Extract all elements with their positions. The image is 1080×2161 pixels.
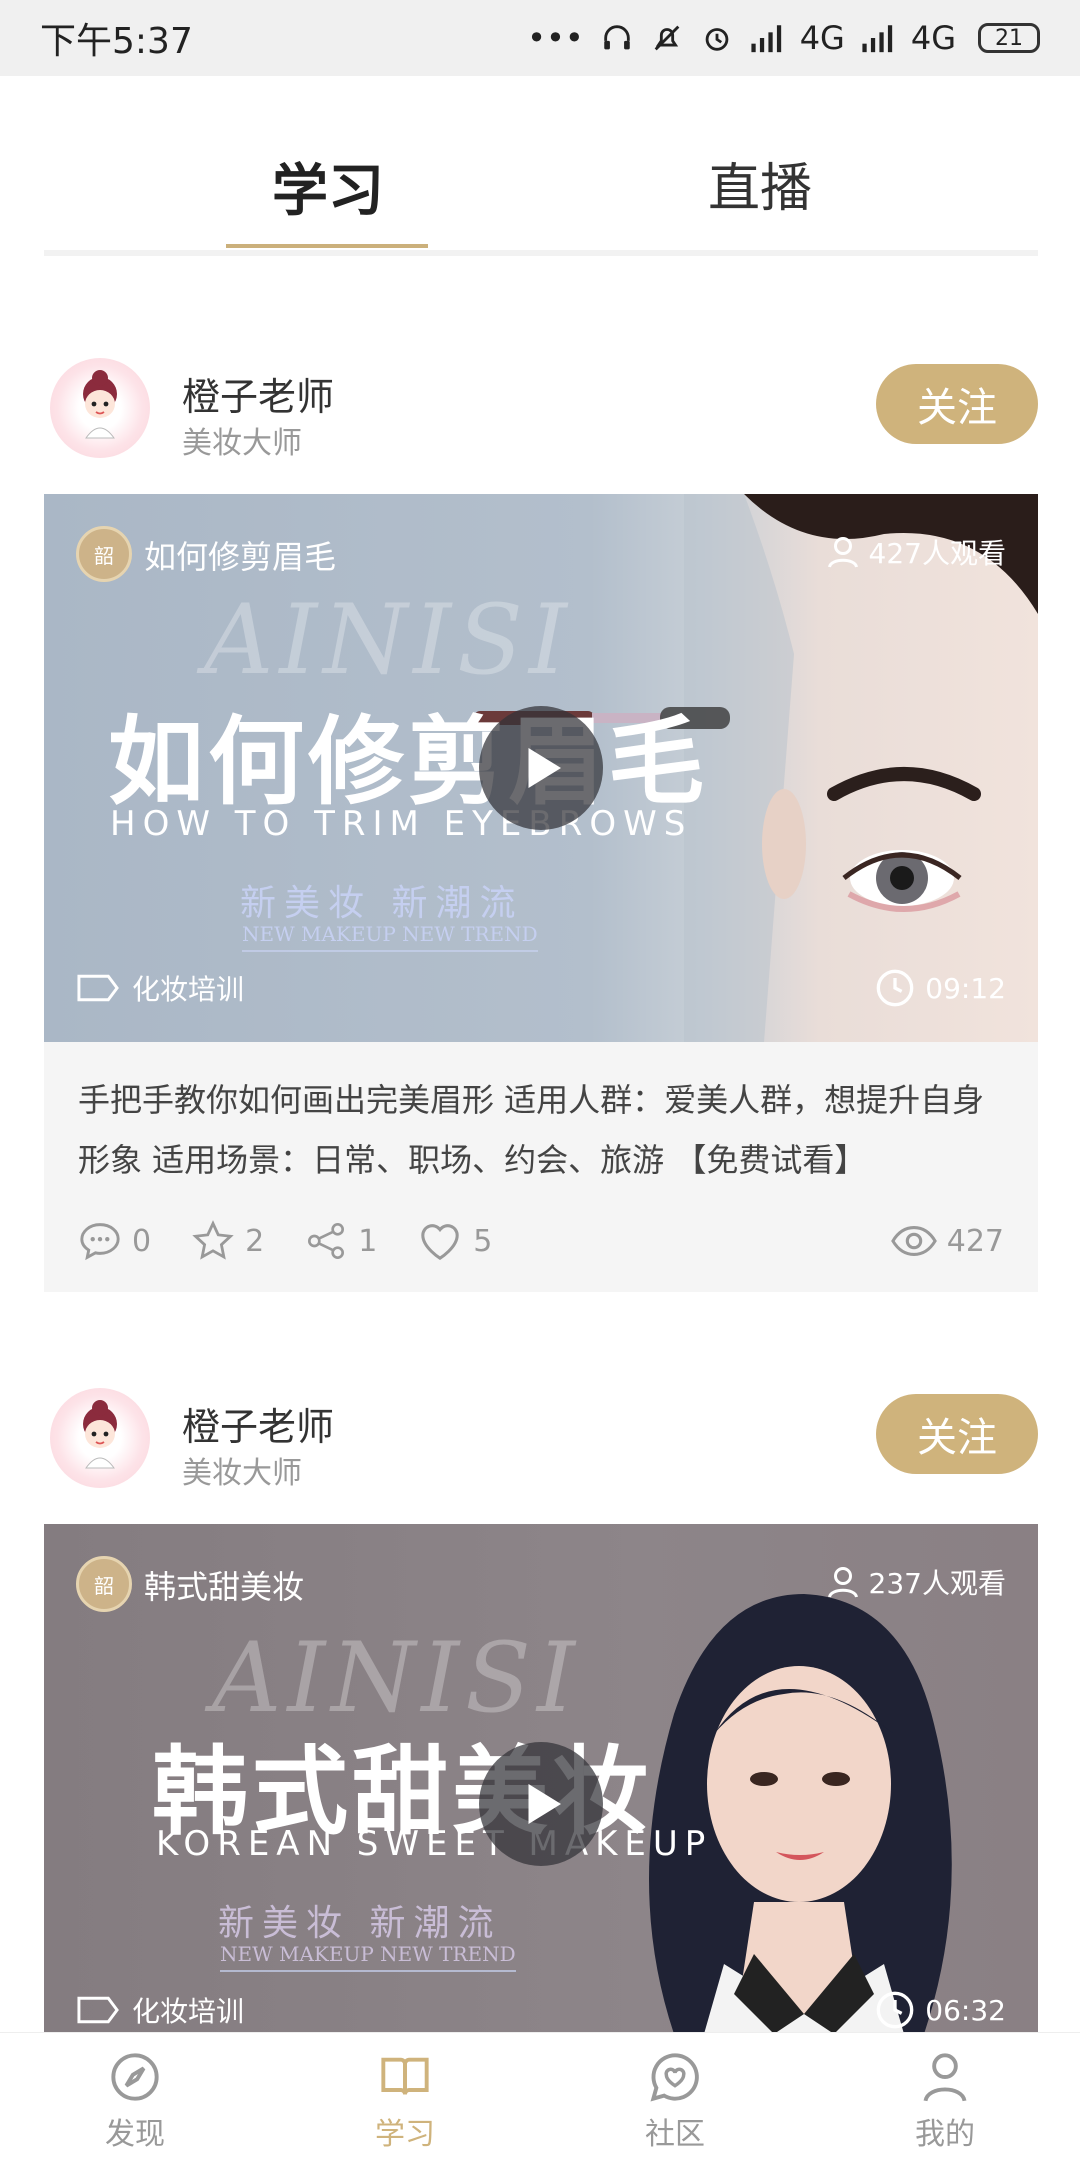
like-count: 5 [473,1223,493,1259]
cover-big-title: 如何修剪眉毛 [108,705,708,818]
network-label-2: 4G [910,19,956,57]
model-portrait-image [649,1594,952,2034]
eye-icon [890,1226,937,1256]
author-title: 美妆大师 [182,426,302,461]
category-tag-label: 化妆培训 [132,1995,245,2028]
mute-bell-icon [650,21,684,55]
category-tag[interactable]: 化妆培训 [76,968,244,1008]
brand-badge: 韶 [76,526,132,582]
play-icon [528,1784,561,1824]
avatar[interactable] [50,1388,150,1488]
tabs-divider [44,250,1038,256]
status-icons: ••• 4G 4G 21 [527,19,1040,57]
cover-english-subtitle: KOREAN SWEET MAKEUP [156,1824,713,1864]
favorite-stat[interactable]: 2 [191,1220,264,1262]
cover-slogan-english: NEW MAKEUP NEW TREND [220,1942,516,1972]
status-bar: 下午5:37 ••• 4G 4G 21 [0,0,1080,76]
video-duration: 06:32 [875,1990,1006,2030]
duration-label: 09:12 [925,971,1006,1005]
nav-community-label: 社区 [645,2117,705,2152]
favorite-count: 2 [245,1223,265,1259]
author-name[interactable]: 橙子老师 [182,1396,334,1451]
category-tag-label: 化妆培训 [132,973,245,1006]
nav-learn-label: 学习 [375,2117,435,2152]
tab-live[interactable]: 直播 [708,146,812,221]
avatar[interactable] [50,358,150,458]
comment-stat[interactable]: 0 [78,1221,151,1261]
comment-count: 0 [132,1223,152,1259]
cover-title: 如何修剪眉毛 [144,538,337,576]
headphone-icon [600,21,634,55]
model-face-image [684,494,1038,1042]
cover-slogan: 新美妆 新潮流 [240,883,524,924]
clock-icon [876,969,914,1007]
post-stats: 0 2 1 5 427 [78,1220,1004,1262]
user-icon [923,2053,967,2102]
active-tab-indicator [226,244,428,248]
views-count: 427 [946,1223,1004,1259]
nav-me[interactable]: 我的 [810,2033,1080,2161]
post-card: 橙子老师 美妆大师 关注 韶 如何修剪眉毛 427人观看 AINISI 如何修剪… [44,358,1038,1292]
play-button[interactable] [479,706,603,830]
tab-learn[interactable]: 学习 [272,146,384,227]
top-tabs: 学习 直播 [0,76,1080,256]
battery-icon: 21 [978,23,1040,53]
more-dots-icon: ••• [527,19,584,57]
person-icon [827,537,858,568]
follow-button[interactable]: 关注 [876,1394,1038,1474]
cover-slogan: 新美妆 新潮流 [218,1903,502,1944]
tag-icon [77,974,119,1002]
chat-heart-icon [650,2053,699,2102]
post-card: 橙子老师 美妆大师 关注 韶 韩式甜美妆 237人观看 AINISI 韩式甜美妆… [44,1388,1038,2034]
network-label-1: 4G [799,19,845,57]
alarm-icon [700,21,734,55]
nav-discover-label: 发现 [105,2117,165,2152]
viewer-count: 427人观看 [825,532,1006,572]
nav-learn[interactable]: 学习 [270,2033,540,2161]
viewer-count: 237人观看 [825,1562,1006,1602]
viewer-count-label: 427人观看 [868,537,1006,570]
cover-slogan-english: NEW MAKEUP NEW TREND [242,922,538,952]
author-name[interactable]: 橙子老师 [182,366,334,421]
share-icon [308,1223,345,1259]
star-icon [192,1220,234,1260]
post-description[interactable]: 手把手教你如何画出完美眉形 适用人群：爱美人群，想提升自身形象 适用场景：日常、… [78,1070,1004,1190]
share-count: 1 [358,1223,378,1259]
video-duration: 09:12 [875,968,1006,1008]
cover-english-subtitle: HOW TO TRIM EYEBROWS [110,804,693,844]
heart-icon [421,1224,459,1260]
tag-icon [77,1996,119,2024]
person-icon [827,1567,858,1598]
play-icon [528,748,561,788]
nav-me-label: 我的 [915,2117,975,2152]
clock-icon [876,1991,914,2029]
book-icon [381,2057,429,2095]
status-time: 下午5:37 [40,21,193,62]
post-header: 橙子老师 美妆大师 关注 [44,358,1038,468]
post-description-box: 手把手教你如何画出完美眉形 适用人群：爱美人群，想提升自身形象 适用场景：日常、… [44,1042,1038,1292]
nav-discover[interactable]: 发现 [0,2033,270,2161]
views-stat: 427 [890,1223,1004,1259]
video-cover[interactable]: 韶 如何修剪眉毛 427人观看 AINISI 如何修剪眉毛 HOW TO TRI… [44,494,1038,1042]
category-tag[interactable]: 化妆培训 [76,1990,244,2030]
brand-badge: 韶 [76,1556,132,1612]
video-cover[interactable]: 韶 韩式甜美妆 237人观看 AINISI 韩式甜美妆 KOREAN SWEET… [44,1524,1038,2034]
comment-icon [80,1223,120,1261]
post-header: 橙子老师 美妆大师 关注 [44,1388,1038,1498]
compass-icon [111,2053,159,2101]
cover-title: 韩式甜美妆 [144,1568,305,1606]
viewer-count-label: 237人观看 [868,1567,1006,1600]
duration-label: 06:32 [925,1993,1006,2027]
bottom-navigation: 发现 学习 社区 我的 [0,2032,1080,2161]
author-title: 美妆大师 [182,1456,302,1491]
share-stat[interactable]: 1 [304,1221,377,1261]
follow-button[interactable]: 关注 [876,364,1038,444]
signal-icon-2 [861,23,895,53]
nav-community[interactable]: 社区 [540,2033,810,2161]
play-button[interactable] [479,1742,603,1866]
cover-watermark: AINISI [204,584,573,696]
like-stat[interactable]: 5 [417,1220,492,1262]
signal-icon [750,23,784,53]
